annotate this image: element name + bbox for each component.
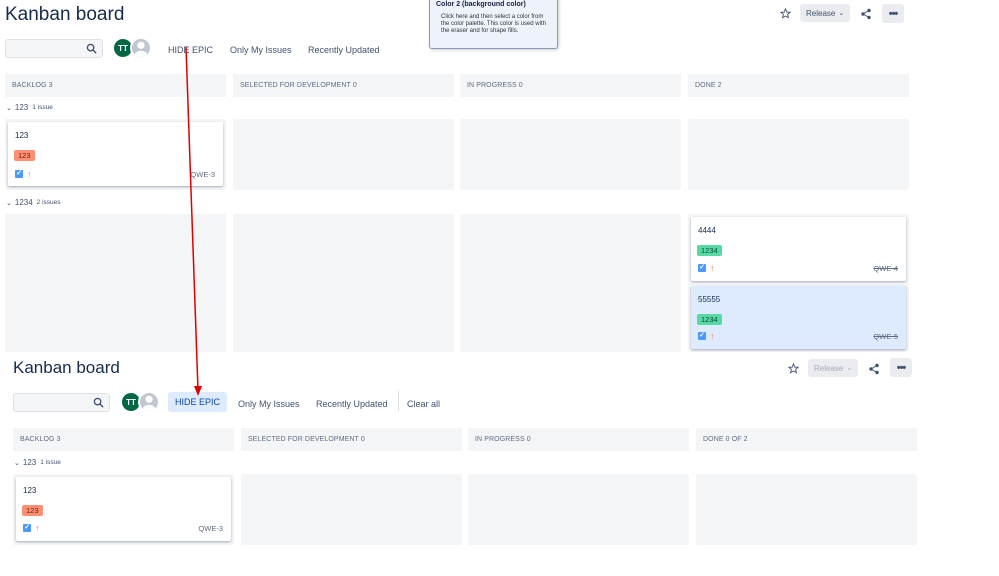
- annotation-arrow: [185, 46, 202, 396]
